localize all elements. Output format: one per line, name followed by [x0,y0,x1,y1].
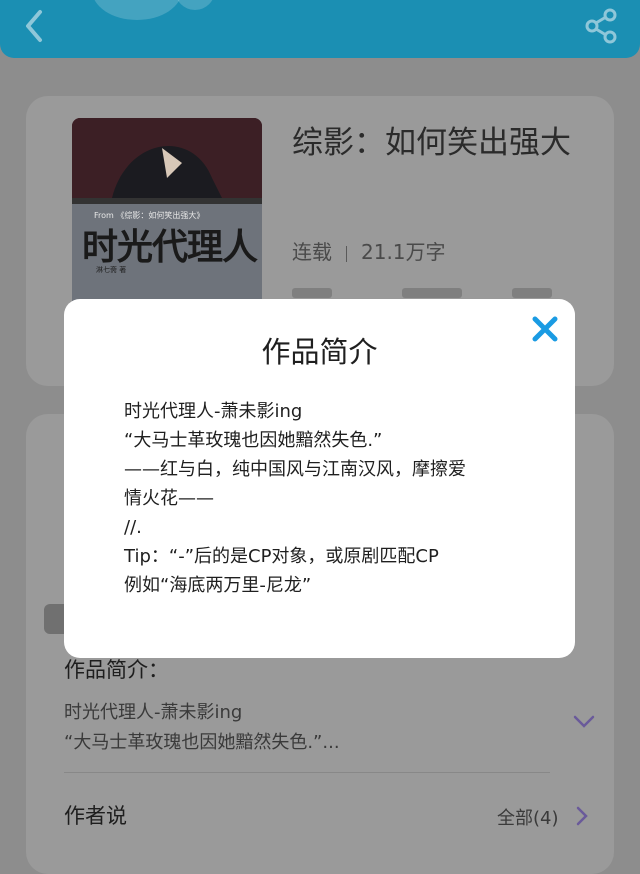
dialog-body: 时光代理人-萧未影ing “大马士革玫瑰也因她黯然失色.” ——红与白，纯中国风… [124,397,534,600]
intro-dialog: 作品简介 时光代理人-萧未影ing “大马士革玫瑰也因她黯然失色.” ——红与白… [64,299,575,658]
dialog-text-line: “大马士革玫瑰也因她黯然失色.” [124,430,383,451]
close-button[interactable] [515,300,575,358]
dialog-text-line: Tip：“-”后的是CP对象，或原剧匹配CP [124,546,439,567]
dialog-text-line: ——红与白，纯中国风与江南汉风，摩擦爱 [124,459,466,480]
dialog-text-line: 时光代理人-萧未影ing [124,401,303,422]
dialog-text-line: 例如“海底两万里-尼龙” [124,575,312,596]
dialog-title: 作品简介 [261,335,378,369]
dialog-text-line: 情火花—— [124,488,214,509]
dialog-text-line: //. [124,517,142,538]
close-icon [532,316,558,342]
